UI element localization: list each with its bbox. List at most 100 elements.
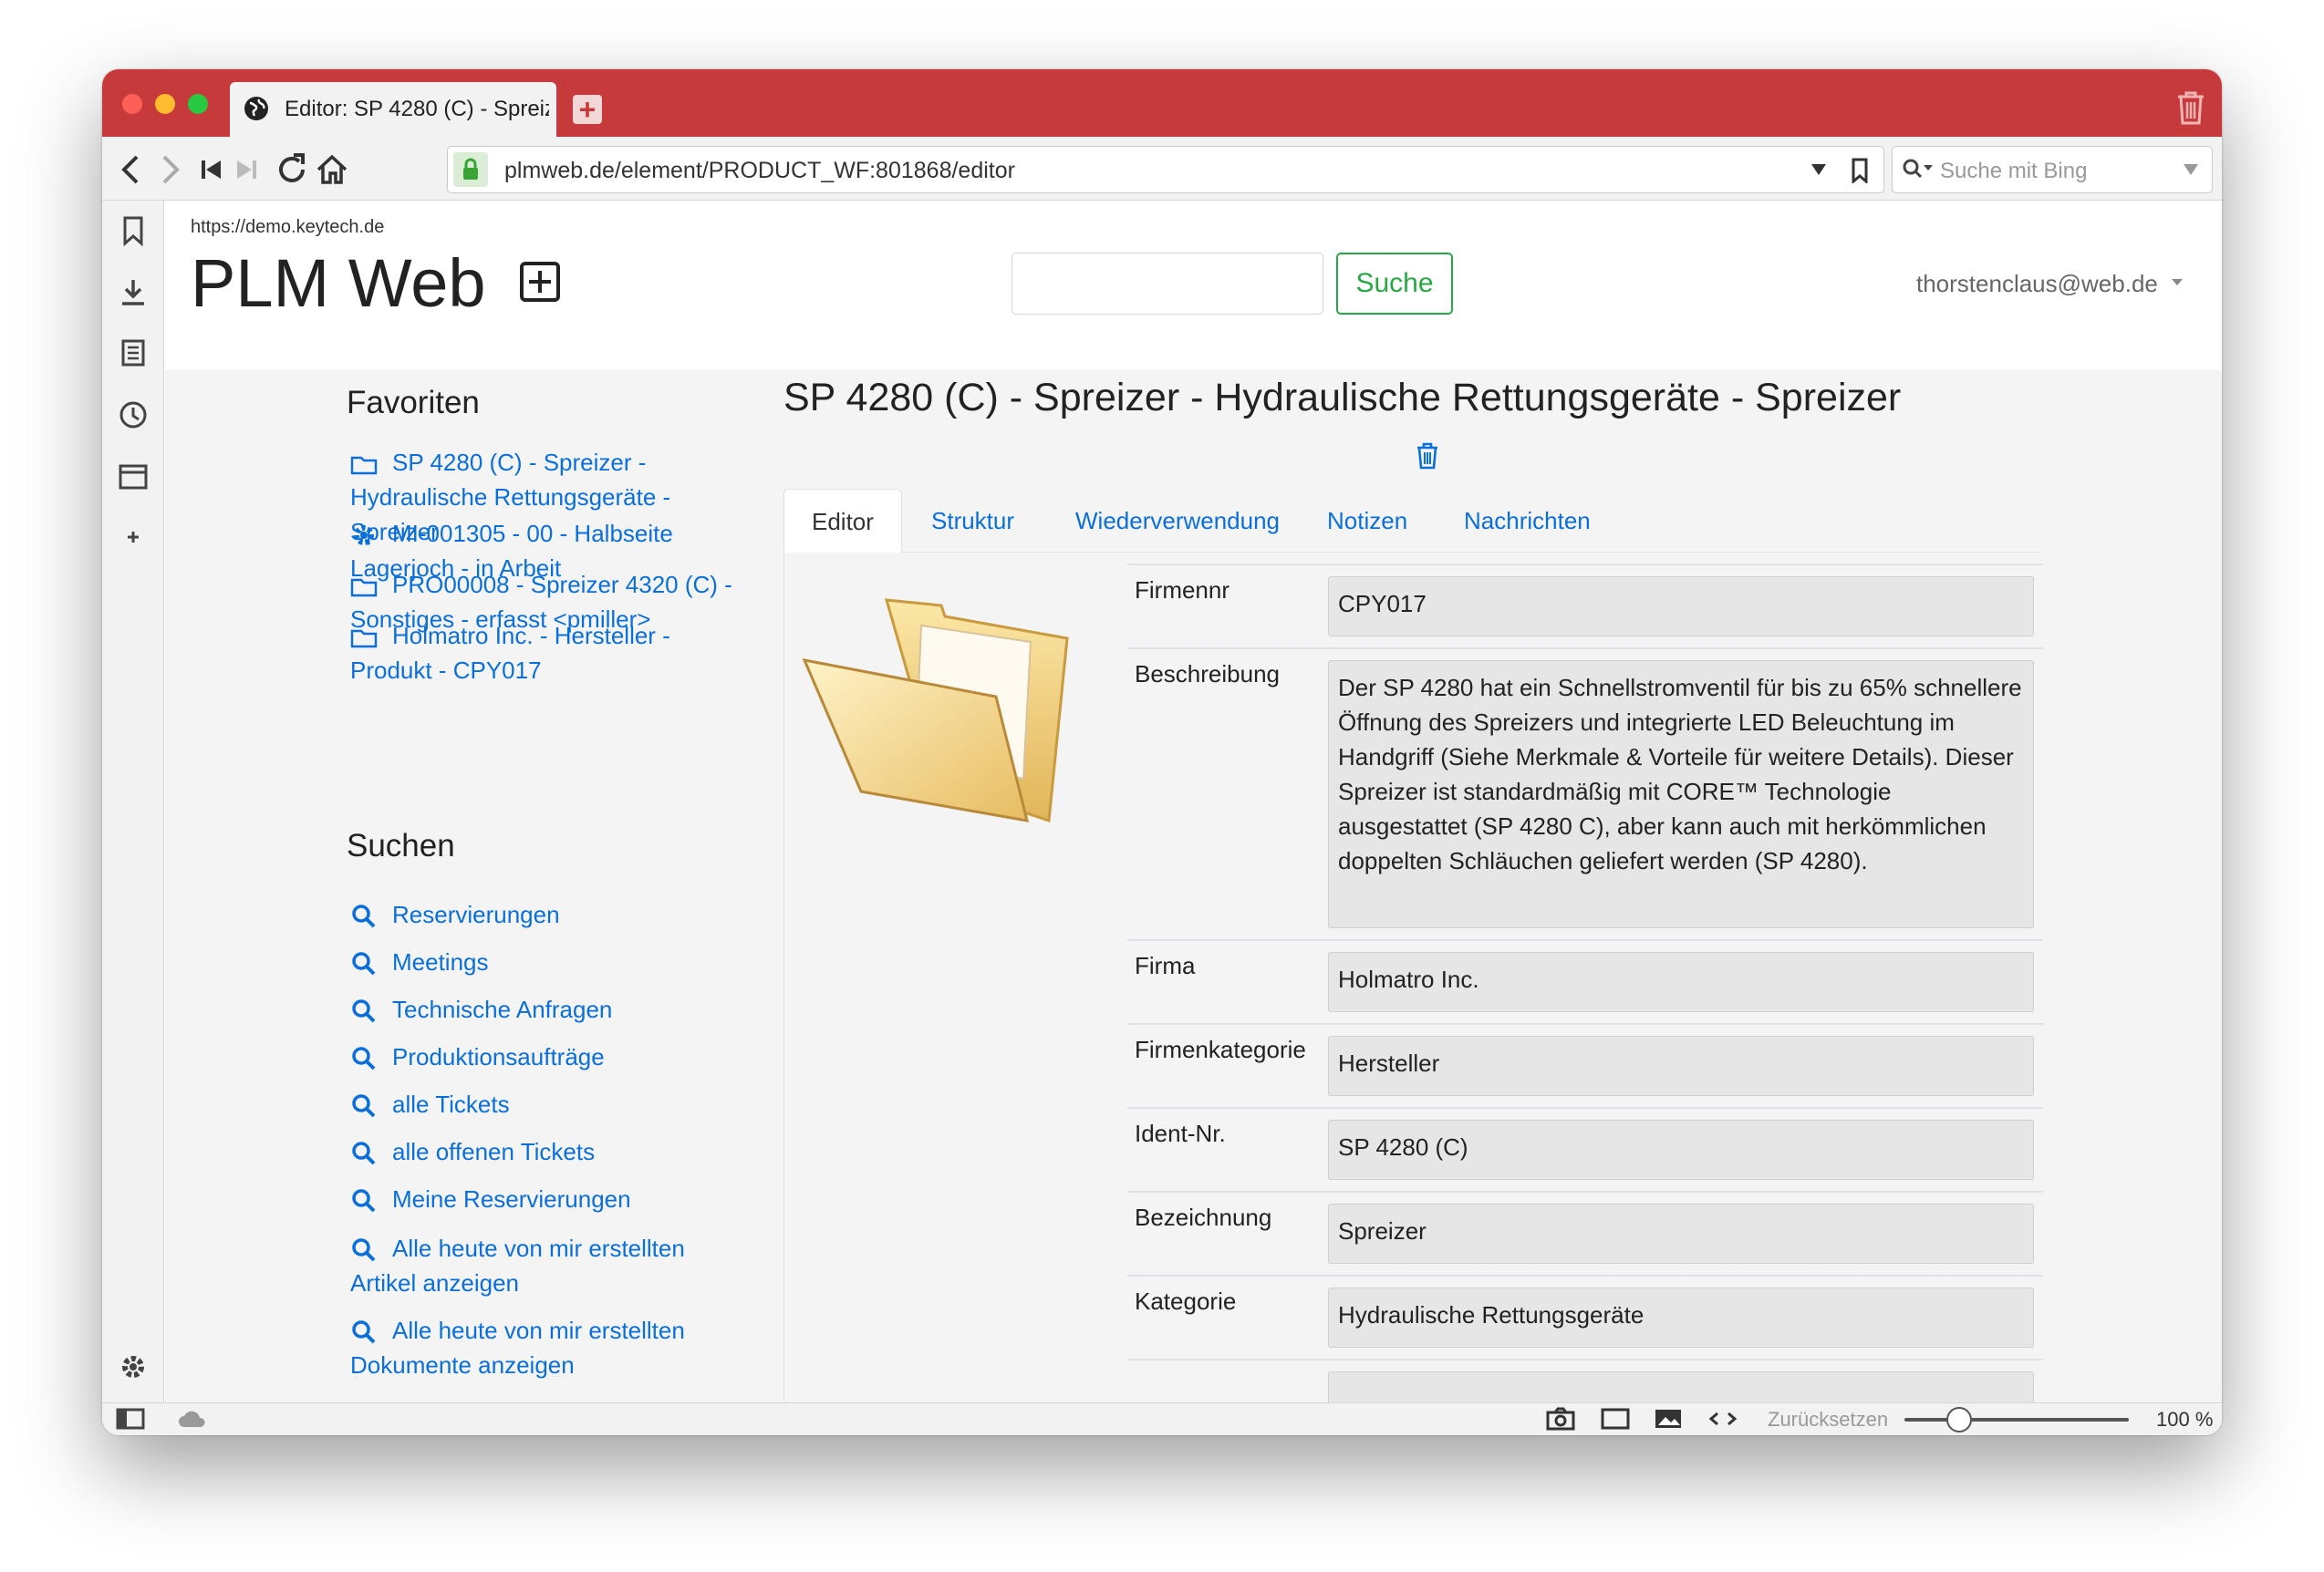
add-panel-icon[interactable]	[118, 522, 149, 553]
element-tabs: Editor Struktur Wiederverwendung Notizen…	[783, 489, 2042, 553]
lock-icon	[463, 158, 478, 180]
lock-badge[interactable]	[453, 152, 488, 187]
field-value-partial[interactable]	[1328, 1371, 2034, 1402]
field-row: Firmenkategorie Hersteller	[1127, 1023, 2043, 1107]
status-bar: Zurücksetzen 100 %	[102, 1402, 2222, 1435]
add-element-icon[interactable]	[519, 261, 561, 303]
folder-icon	[803, 598, 1069, 823]
field-value-firmenkategorie[interactable]: Hersteller	[1328, 1036, 2034, 1096]
field-value-ident-nr[interactable]: SP 4280 (C)	[1328, 1120, 2034, 1180]
rewind-icon[interactable]	[193, 151, 230, 188]
field-row: Kategorie Hydraulische Rettungsgeräte	[1127, 1275, 2043, 1359]
field-value-kategorie[interactable]: Hydraulische Rettungsgeräte	[1328, 1288, 2034, 1348]
editor-panel: Firmennr CPY017 Beschreibung Der SP 4280…	[783, 553, 2043, 1402]
browser-toolbar: plmweb.de/element/PRODUCT_WF:801868/edit…	[102, 137, 2222, 201]
site-domain: https://demo.keytech.de	[191, 217, 385, 237]
saved-search-item[interactable]: Meine Reservierungen	[350, 1182, 733, 1216]
field-value-firmennr[interactable]: CPY017	[1328, 576, 2034, 636]
user-menu-caret[interactable]	[2172, 279, 2183, 285]
field-row: Firmennr CPY017	[1127, 564, 2043, 647]
home-icon[interactable]	[314, 151, 350, 188]
search-button[interactable]: Suche	[1336, 253, 1453, 315]
field-label: Firmennr	[1135, 576, 1230, 604]
address-bar[interactable]: plmweb.de/element/PRODUCT_WF:801868/edit…	[447, 146, 1884, 193]
zoom-reset-button[interactable]: Zurücksetzen	[1768, 1408, 1888, 1432]
zoom-slider[interactable]	[1904, 1418, 2129, 1422]
tab-wiederverwendung[interactable]: Wiederverwendung	[1048, 489, 1307, 553]
history-panel-icon[interactable]	[118, 399, 149, 430]
notes-panel-icon[interactable]	[118, 337, 149, 368]
browser-window: Editor: SP 4280 (C) - Spreizer - Hydraul…	[102, 69, 2222, 1435]
field-value-beschreibung[interactable]: Der SP 4280 hat ein Schnellstromventil f…	[1328, 660, 2034, 928]
saved-search-item[interactable]: Technische Anfragen	[350, 992, 733, 1027]
new-tab-button[interactable]: +	[573, 95, 602, 124]
field-label: Ident-Nr.	[1135, 1120, 1226, 1147]
forward-icon[interactable]	[151, 151, 188, 188]
window-panel-icon[interactable]	[118, 461, 149, 492]
code-icon[interactable]	[1707, 1407, 1738, 1431]
close-window-button[interactable]	[122, 94, 142, 114]
zoom-slider-knob[interactable]	[1946, 1407, 1972, 1432]
settings-icon[interactable]	[118, 1351, 149, 1382]
page-title: SP 4280 (C) - Spreizer - Hydraulische Re…	[783, 376, 1902, 419]
camera-icon[interactable]	[1545, 1407, 1576, 1431]
bookmarks-panel-icon[interactable]	[118, 215, 149, 246]
web-content: https://demo.keytech.de PLM Web Suche th…	[165, 201, 2222, 1402]
back-icon[interactable]	[113, 151, 150, 188]
tab-struktur[interactable]: Struktur	[904, 489, 1042, 553]
field-row: Bezeichnung Spreizer	[1127, 1191, 2043, 1275]
main-area: Favoriten SP 4280 (C) - Spreizer - Hydra…	[165, 370, 2222, 1402]
cloud-icon[interactable]	[177, 1407, 208, 1431]
bookmark-icon[interactable]	[1851, 158, 1869, 183]
tab-nachrichten[interactable]: Nachrichten	[1437, 489, 1618, 553]
browser-side-panel	[102, 201, 164, 1402]
field-row: Firma Holmatro Inc.	[1127, 939, 2043, 1023]
saved-search-item[interactable]: Reservierungen	[350, 897, 733, 932]
field-label: Firma	[1135, 952, 1196, 979]
minimize-window-button[interactable]	[155, 94, 175, 114]
field-label: Kategorie	[1135, 1288, 1237, 1315]
tiling-icon[interactable]	[1600, 1407, 1631, 1431]
chevron-down-icon[interactable]	[2183, 163, 2199, 176]
field-row-partial	[1127, 1359, 2043, 1402]
title-bar: Editor: SP 4280 (C) - Spreizer - Hydraul…	[102, 69, 2222, 137]
reload-icon[interactable]	[274, 151, 310, 188]
field-value-firma[interactable]: Holmatro Inc.	[1328, 952, 2034, 1012]
user-menu[interactable]: thorstenclaus@web.de	[1916, 270, 2158, 298]
favorite-item[interactable]: Holmatro Inc. - Hersteller - Produkt - C…	[350, 618, 733, 688]
saved-search-item[interactable]: Alle heute von mir erstellten Dokumente …	[350, 1313, 733, 1382]
brand-title[interactable]: PLM Web	[191, 244, 486, 322]
field-value-bezeichnung[interactable]: Spreizer	[1328, 1204, 2034, 1264]
search-engine-icon[interactable]	[1902, 158, 1935, 183]
field-label: Bezeichnung	[1135, 1204, 1272, 1231]
image-icon[interactable]	[1653, 1407, 1684, 1431]
field-row: Beschreibung Der SP 4280 hat ein Schnell…	[1127, 647, 2043, 939]
web-search-box[interactable]: Suche mit Bing	[1892, 146, 2213, 193]
search-input[interactable]	[1012, 253, 1323, 315]
saved-search-item[interactable]: Alle heute von mir erstellten	[350, 1395, 733, 1402]
saved-search-item[interactable]: Meetings	[350, 945, 733, 979]
zoom-value: 100 %	[2156, 1408, 2214, 1431]
field-label: Firmenkategorie	[1135, 1036, 1306, 1063]
field-label: Beschreibung	[1135, 660, 1280, 688]
searches-heading: Suchen	[347, 828, 455, 864]
url-text: plmweb.de/element/PRODUCT_WF:801868/edit…	[504, 158, 1015, 183]
tab-notizen[interactable]: Notizen	[1300, 489, 1435, 553]
favorites-heading: Favoriten	[347, 385, 480, 420]
chevron-down-icon[interactable]	[1810, 163, 1827, 176]
field-row: Ident-Nr. SP 4280 (C)	[1127, 1107, 2043, 1191]
panel-toggle-icon[interactable]	[115, 1407, 146, 1431]
tab-title: Editor: SP 4280 (C) - Spreizer - Hydraul…	[285, 97, 549, 121]
saved-search-item[interactable]: alle offenen Tickets	[350, 1134, 733, 1169]
globe-icon	[244, 97, 268, 120]
saved-search-item[interactable]: Produktionsaufträge	[350, 1039, 733, 1074]
trash-icon[interactable]	[2174, 89, 2207, 126]
fast-forward-icon[interactable]	[228, 151, 265, 188]
saved-search-item[interactable]: Alle heute von mir erstellten Artikel an…	[350, 1231, 733, 1300]
saved-search-item[interactable]: alle Tickets	[350, 1087, 733, 1122]
maximize-window-button[interactable]	[188, 94, 208, 114]
downloads-panel-icon[interactable]	[118, 277, 149, 308]
delete-icon[interactable]	[1415, 441, 1440, 471]
browser-tab[interactable]: Editor: SP 4280 (C) - Spreizer - Hydraul…	[230, 82, 556, 137]
tab-editor[interactable]: Editor	[783, 489, 902, 553]
